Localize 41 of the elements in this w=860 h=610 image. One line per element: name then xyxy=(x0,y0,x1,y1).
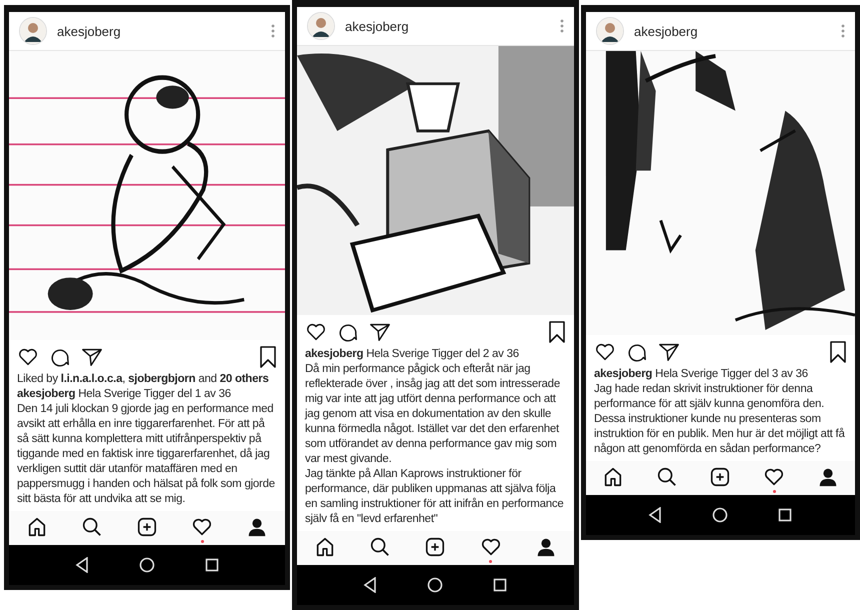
caption-text: Då min performance pågick och efteråt när jag reflekterade över , insåg jag att det som intresserade mig var inte att jag utfört denna performance och att jag genom att visa en dokumentation av den skulle kunna förmedla något. Istället var det den erfarenhet som utförandet av denna performance gav mig som var mest givande. xyxy=(305,362,561,467)
home-circle-icon[interactable] xyxy=(427,577,444,593)
search-icon[interactable] xyxy=(80,516,103,538)
more-options-icon[interactable] xyxy=(271,24,275,38)
caption-title: akesjoberg Hela Sverige Tigger del 2 av 36 xyxy=(305,347,520,362)
add-icon[interactable] xyxy=(424,536,446,558)
caption-title: akesjoberg Hela Sverige Tigger del 1 av 36 xyxy=(17,387,232,402)
caption-text: Jag tänkte på Allan Kaprows instruktioner för performance, där publiken uppmanas att själva följa en samling instruktioner för att inifrån en performance själv få en "levd erfarenhet" xyxy=(305,467,565,527)
like-button[interactable] xyxy=(305,321,327,343)
back-icon[interactable] xyxy=(363,577,378,593)
send-button[interactable] xyxy=(369,321,391,343)
caption-text: Den 14 juli klockan 9 gjorde jag en performance med avsikt att erhålla en inre tiggarerfarenhet. För att på så sätt kunna komplettera mitt utifrånperspektiv på tiggande med en faktisk inre tiggarerfarenhet, då jag verkligen suttit där utanför mataffären med en pappersmugg i handen och hälsat på folk som gjorde sitt bästa för att undvika att se mig. xyxy=(17,402,276,507)
like-button[interactable] xyxy=(17,346,39,368)
bookmark-button[interactable] xyxy=(259,346,277,368)
likes-line: Liked by l.i.n.a.l.o.c.a, sjobergbjorn and 20 others xyxy=(17,372,270,387)
search-icon[interactable] xyxy=(656,466,678,488)
more-options-icon[interactable] xyxy=(560,19,564,33)
more-options-icon[interactable] xyxy=(841,24,845,38)
send-button[interactable] xyxy=(81,346,103,368)
recents-icon[interactable] xyxy=(493,578,508,592)
avatar xyxy=(596,17,624,45)
caption-text: Jag hade redan skrivit instruktioner för denna performance för att själv kunna genomföra den. Dessa instruktioner kunde nu presenteras som instruktion för en publik. Men hur är det möjligt att få någon att genomförda en sådan performance? xyxy=(594,382,846,457)
send-button[interactable] xyxy=(658,341,680,363)
search-icon[interactable] xyxy=(369,536,392,558)
recents-icon[interactable] xyxy=(205,558,219,572)
add-icon[interactable] xyxy=(709,466,732,488)
bookmark-button[interactable] xyxy=(548,321,566,343)
username[interactable]: akesjoberg xyxy=(634,24,831,38)
back-icon[interactable] xyxy=(648,507,662,523)
home-circle-icon[interactable] xyxy=(139,557,155,573)
username[interactable]: akesjoberg xyxy=(345,18,550,34)
username[interactable]: akesjoberg xyxy=(57,24,261,38)
avatar xyxy=(19,17,47,45)
bookmark-button[interactable] xyxy=(829,341,847,363)
add-icon[interactable] xyxy=(136,516,158,538)
home-circle-icon[interactable] xyxy=(712,507,728,523)
like-button[interactable] xyxy=(594,341,616,363)
caption-title: akesjoberg Hela Sverige Tigger del 3 av 36 xyxy=(594,367,809,382)
back-icon[interactable] xyxy=(75,557,89,573)
recents-icon[interactable] xyxy=(778,508,792,522)
avatar xyxy=(307,12,335,40)
